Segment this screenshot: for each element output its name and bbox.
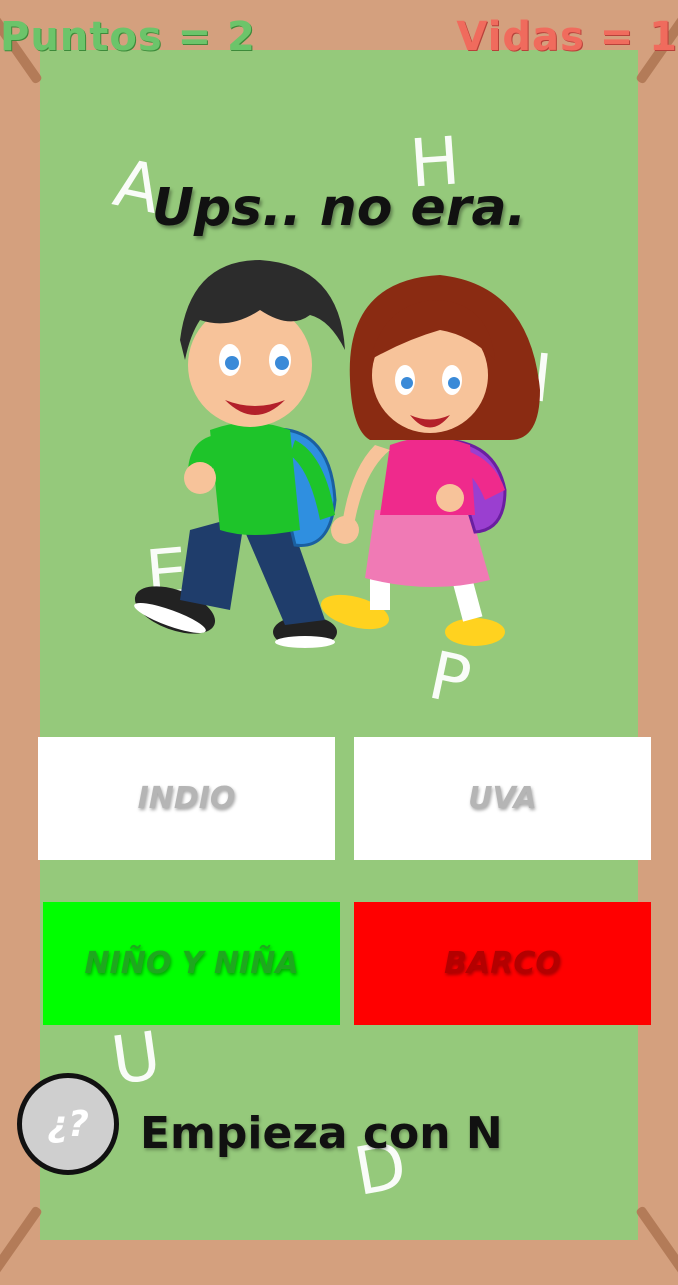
hint-button[interactable]: ¿? (17, 1073, 119, 1175)
answer-label: BARCO (444, 946, 561, 981)
answer-option-barco[interactable]: BARCO (354, 902, 651, 1025)
answer-label: NIÑO Y NIÑA (84, 946, 299, 981)
answer-option-indio[interactable]: INDIO (38, 737, 335, 860)
hint-text: Empieza con N (140, 1108, 503, 1159)
lives-counter: Vidas = 1 (456, 14, 678, 60)
answer-option-uva[interactable]: UVA (354, 737, 651, 860)
boy-and-girl-walking-icon (134, 260, 540, 648)
answer-option-nino-y-nina[interactable]: NIÑO Y NIÑA (43, 902, 340, 1025)
answer-label: UVA (468, 781, 537, 816)
hint-button-label: ¿? (47, 1103, 89, 1145)
score-counter: Puntos = 2 (0, 14, 256, 60)
feedback-message: Ups.. no era. (151, 178, 527, 238)
answer-label: INDIO (137, 781, 236, 816)
